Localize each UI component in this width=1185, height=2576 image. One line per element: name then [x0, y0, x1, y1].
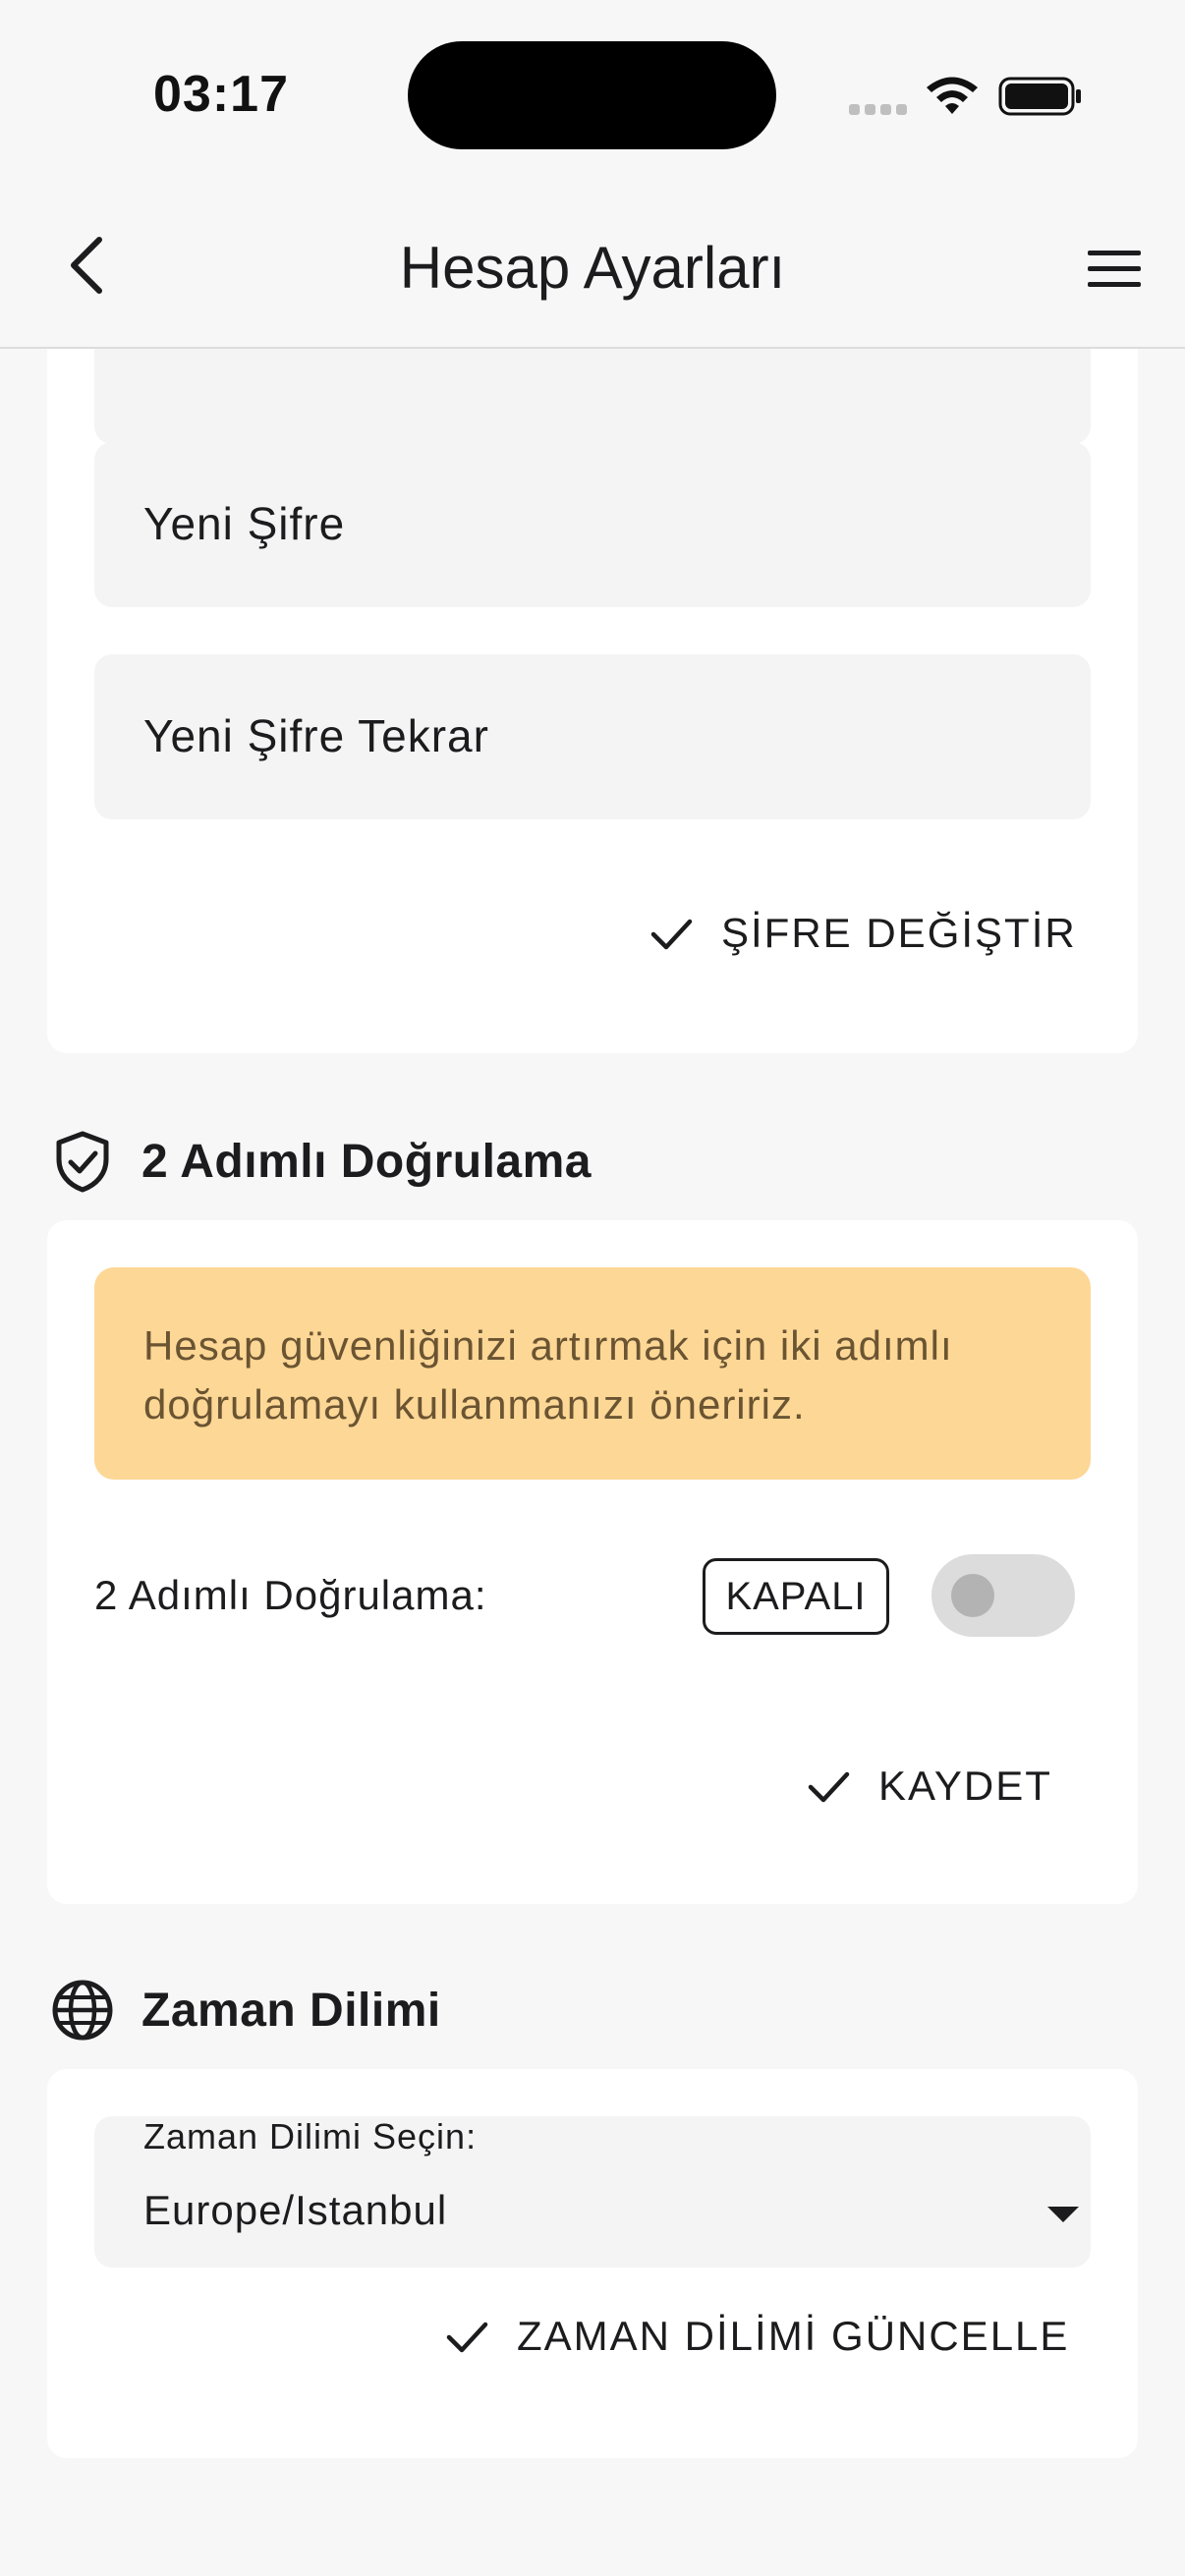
app-bar: Hesap Ayarları: [0, 187, 1185, 349]
shield-check-icon: [56, 1131, 109, 1193]
timezone-card: Zaman Dilimi Seçin: Europe/Istanbul ZAMA…: [47, 2069, 1138, 2458]
timezone-select-value: Europe/Istanbul: [143, 2187, 448, 2233]
wifi-icon: [927, 77, 978, 114]
current-password-field[interactable]: [94, 344, 1091, 444]
dynamic-island: [408, 41, 776, 149]
page-title: Hesap Ayarları: [399, 235, 786, 301]
two-factor-card: Hesap güvenliğinizi artırmak için iki ad…: [47, 1220, 1138, 1904]
timezone-select-label: Zaman Dilimi Seçin:: [143, 2116, 478, 2156]
check-icon: [446, 2322, 488, 2353]
new-password-placeholder: Yeni Şifre: [143, 498, 346, 549]
timezone-section-header: Zaman Dilimi: [51, 1979, 441, 2042]
timezone-section-title: Zaman Dilimi: [141, 1984, 441, 2037]
dropdown-arrow-icon: [1047, 2207, 1079, 2222]
security-warning: Hesap güvenliğinizi artırmak için iki ad…: [94, 1267, 1091, 1480]
hamburger-menu-icon: [1088, 251, 1141, 287]
two-factor-label: 2 Adımlı Doğrulama:: [94, 1572, 487, 1618]
battery-icon: [998, 77, 1081, 116]
globe-icon: [52, 1980, 113, 2041]
two-factor-section-title: 2 Adımlı Doğrulama: [141, 1135, 592, 1188]
save-two-factor-button[interactable]: KAYDET: [806, 1763, 1052, 1810]
change-password-label: ŞİFRE DEĞİŞTİR: [721, 910, 1077, 956]
cellular-signal-icon: [849, 104, 907, 115]
check-icon: [650, 919, 693, 950]
screen: 03:17 Hesap Ayarları Yeni Şifre Yeni Şif…: [0, 0, 1185, 2576]
update-timezone-label: ZAMAN DİLİMİ GÜNCELLE: [517, 2313, 1070, 2359]
two-factor-toggle[interactable]: [931, 1554, 1075, 1637]
repeat-password-placeholder: Yeni Şifre Tekrar: [143, 710, 489, 761]
check-icon: [808, 1771, 850, 1803]
menu-button[interactable]: [1077, 238, 1152, 301]
status-time: 03:17: [153, 66, 289, 123]
timezone-select[interactable]: Zaman Dilimi Seçin: Europe/Istanbul: [94, 2116, 1091, 2268]
password-card: Yeni Şifre Yeni Şifre Tekrar ŞİFRE DEĞİŞ…: [47, 295, 1138, 1053]
change-password-button[interactable]: ŞİFRE DEĞİŞTİR: [649, 910, 1077, 957]
two-factor-status-badge: KAPALI: [703, 1558, 889, 1635]
status-bar: 03:17: [0, 0, 1185, 187]
save-two-factor-label: KAYDET: [878, 1763, 1052, 1809]
update-timezone-button[interactable]: ZAMAN DİLİMİ GÜNCELLE: [444, 2313, 1069, 2360]
toggle-knob: [951, 1574, 994, 1617]
new-password-field[interactable]: Yeni Şifre: [94, 442, 1091, 607]
two-factor-section-header: 2 Adımlı Doğrulama: [51, 1130, 592, 1193]
repeat-password-field[interactable]: Yeni Şifre Tekrar: [94, 654, 1091, 819]
